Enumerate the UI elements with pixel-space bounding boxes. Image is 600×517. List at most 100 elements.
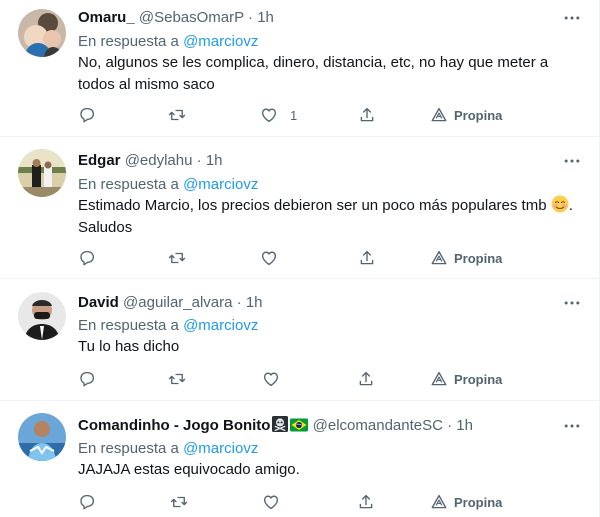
- tweet-text-line: todos al mismo saco: [78, 76, 215, 93]
- reply-icon: [80, 371, 95, 387]
- reply-to-link[interactable]: @marciovz: [183, 440, 258, 457]
- tip-icon: [431, 250, 447, 265]
- tip-button[interactable]: Propina: [430, 369, 502, 389]
- reply-icon: [80, 107, 95, 123]
- brazil-flag-emoji: [290, 418, 309, 432]
- tweet-header: Edgar @edylahu · 1h: [78, 151, 560, 171]
- author-handle[interactable]: @elcomandanteSC: [313, 417, 443, 434]
- tweet-header: Comandinho - Jogo Bonito @elcomandanteSC…: [78, 416, 560, 436]
- avatar[interactable]: [18, 9, 66, 57]
- tip-label: Propina: [454, 371, 503, 387]
- author-name[interactable]: Omaru_: [78, 9, 135, 26]
- skull-crossbones-emoji: [272, 416, 289, 432]
- retweet-button[interactable]: [170, 492, 188, 512]
- tweet-text: JAJAJA estas equivocado amigo.: [78, 459, 576, 481]
- reply-button[interactable]: [78, 492, 96, 512]
- share-button[interactable]: [357, 492, 375, 512]
- tip-label: Propina: [454, 107, 503, 123]
- author-handle[interactable]: @SebasOmarP: [139, 9, 244, 26]
- more-icon[interactable]: [562, 293, 582, 313]
- tip-button[interactable]: Propina: [430, 105, 502, 125]
- reply-button[interactable]: [78, 369, 96, 389]
- tweet-text-fragment: Estimado Marcio, los precios debieron se…: [78, 197, 547, 214]
- reply-button[interactable]: [78, 105, 96, 125]
- tweet-text: Tu lo has dicho: [78, 336, 576, 358]
- tweet-text-line: JAJAJA estas equivocado amigo.: [78, 461, 300, 478]
- share-icon: [359, 371, 373, 386]
- reply-button[interactable]: [78, 248, 96, 268]
- tip-button[interactable]: Propina: [430, 492, 502, 512]
- tweet-omaru[interactable]: Omaru_ @SebasOmarP · 1h En respuesta a @…: [0, 0, 600, 137]
- timestamp[interactable]: 1h: [456, 417, 473, 434]
- share-icon: [360, 107, 374, 122]
- tweet-comandinho[interactable]: Comandinho - Jogo Bonito @elcomandanteSC…: [0, 401, 600, 517]
- action-bar: Propina: [78, 369, 518, 389]
- like-button[interactable]: [260, 248, 278, 268]
- reply-context: En respuesta a @marciovz: [78, 32, 258, 52]
- like-button[interactable]: [262, 492, 280, 512]
- tweet-text-line: No, algunos se les complica, dinero, dis…: [78, 54, 549, 71]
- timestamp[interactable]: 1h: [257, 9, 274, 26]
- more-icon[interactable]: [562, 151, 582, 171]
- author-name[interactable]: Comandinho - Jogo Bonito: [78, 417, 270, 434]
- separator: ·: [447, 417, 453, 434]
- tip-icon: [431, 494, 447, 509]
- tweet-header: Omaru_ @SebasOmarP · 1h: [78, 8, 560, 28]
- tweet-text: No, algunos se les complica, dinero, dis…: [78, 52, 576, 96]
- tweet-text-fragment: .: [568, 197, 573, 214]
- share-button[interactable]: [358, 248, 376, 268]
- separator: ·: [196, 152, 202, 169]
- like-icon: [263, 495, 279, 510]
- reply-prefix: En respuesta a: [78, 176, 179, 193]
- reply-icon: [80, 250, 95, 266]
- retweet-icon: [168, 252, 186, 264]
- reply-context: En respuesta a @marciovz: [78, 439, 258, 459]
- author-handle[interactable]: @edylahu: [125, 152, 193, 169]
- tweet-text-line: Tu lo has dicho: [78, 338, 180, 355]
- action-bar: 1 Propina: [78, 105, 518, 125]
- retweet-icon: [168, 373, 186, 385]
- reply-context: En respuesta a @marciovz: [78, 316, 258, 336]
- tip-button[interactable]: Propina: [430, 248, 502, 268]
- tweet-text-line: Saludos: [78, 219, 133, 236]
- retweet-button[interactable]: [168, 248, 186, 268]
- more-icon[interactable]: [562, 8, 582, 28]
- more-icon[interactable]: [562, 416, 582, 436]
- reply-prefix: En respuesta a: [78, 317, 179, 334]
- share-button[interactable]: [358, 105, 376, 125]
- timestamp[interactable]: 1h: [206, 152, 223, 169]
- reply-prefix: En respuesta a: [78, 33, 179, 50]
- tip-icon: [431, 371, 447, 386]
- tip-icon: [431, 107, 447, 122]
- share-icon: [359, 494, 373, 509]
- tweet-text: Estimado Marcio, los precios debieron se…: [78, 195, 576, 239]
- reply-to-link[interactable]: @marciovz: [183, 33, 258, 50]
- tweet-header: David @aguilar_alvara · 1h: [78, 293, 560, 313]
- avatar[interactable]: [18, 292, 66, 340]
- reply-to-link[interactable]: @marciovz: [183, 176, 258, 193]
- retweet-button[interactable]: [168, 369, 186, 389]
- avatar[interactable]: [18, 413, 66, 461]
- like-icon: [263, 372, 279, 387]
- action-bar: Propina: [78, 492, 518, 512]
- smiling-face-emoji: [551, 195, 569, 213]
- author-handle[interactable]: @aguilar_alvara: [123, 294, 232, 311]
- tip-label: Propina: [454, 250, 503, 266]
- author-name[interactable]: Edgar: [78, 152, 121, 169]
- action-bar: Propina: [78, 248, 518, 268]
- like-button[interactable]: 1: [260, 105, 297, 125]
- retweet-icon: [170, 496, 188, 508]
- author-name[interactable]: David: [78, 294, 119, 311]
- tweet-text-line: Estimado Marcio, los precios debieron se…: [78, 195, 576, 217]
- reply-icon: [80, 494, 95, 510]
- timestamp[interactable]: 1h: [246, 294, 263, 311]
- reply-to-link[interactable]: @marciovz: [183, 317, 258, 334]
- tweet-david[interactable]: David @aguilar_alvara · 1h En respuesta …: [0, 279, 600, 401]
- tweet-edgar[interactable]: Edgar @edylahu · 1h En respuesta a @marc…: [0, 137, 600, 279]
- like-button[interactable]: [262, 369, 280, 389]
- separator: ·: [248, 9, 254, 26]
- share-button[interactable]: [357, 369, 375, 389]
- like-icon: [261, 251, 277, 266]
- avatar[interactable]: [18, 149, 66, 197]
- retweet-button[interactable]: [168, 105, 186, 125]
